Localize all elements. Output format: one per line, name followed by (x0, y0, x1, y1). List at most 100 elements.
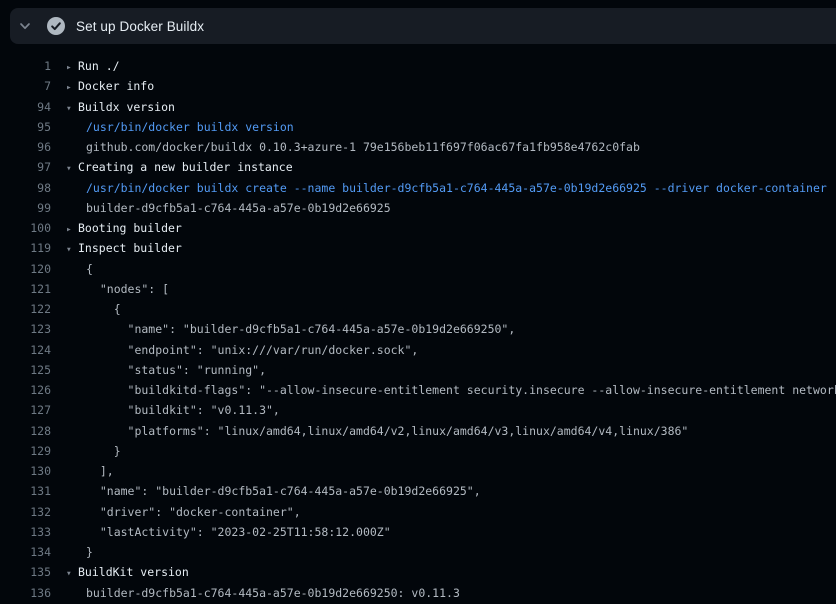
log-line: 7 ▸Docker info (0, 76, 836, 96)
line-number[interactable]: 1 (0, 59, 52, 73)
log-line: 132 "driver": "docker-container", (0, 502, 836, 522)
line-content: /usr/bin/docker buildx create --name bui… (52, 181, 827, 195)
group-title: Run ./ (78, 59, 120, 73)
chevron-down-icon[interactable] (18, 19, 32, 33)
disclosure-expanded-icon: ▾ (66, 568, 78, 579)
log-line: 100 ▸Booting builder (0, 218, 836, 238)
step-title: Set up Docker Buildx (76, 19, 204, 34)
line-content: builder-d9cfb5a1-c764-445a-a57e-0b19d2e6… (52, 586, 460, 600)
log-line: 131 "name": "builder-d9cfb5a1-c764-445a-… (0, 481, 836, 501)
log-line: 98 /usr/bin/docker buildx create --name … (0, 178, 836, 198)
log-lines: 1 ▸Run ./ 7 ▸Docker info 94 ▾Buildx vers… (0, 56, 836, 603)
line-content: } (52, 444, 121, 458)
line-content: { (52, 302, 121, 316)
line-content: "lastActivity": "2023-02-25T11:58:12.000… (52, 525, 391, 539)
log-line: 123 "name": "builder-d9cfb5a1-c764-445a-… (0, 319, 836, 339)
group-title: Docker info (78, 79, 154, 93)
line-number[interactable]: 132 (0, 505, 52, 519)
log-group-toggle[interactable]: ▾BuildKit version (52, 565, 189, 579)
log-line: 97 ▾Creating a new builder instance (0, 157, 836, 177)
disclosure-collapsed-icon: ▸ (66, 82, 78, 93)
disclosure-collapsed-icon: ▸ (66, 224, 78, 235)
line-number[interactable]: 97 (0, 160, 52, 174)
check-circle-icon (47, 17, 65, 35)
log-group-toggle[interactable]: ▾Buildx version (52, 100, 175, 114)
line-number[interactable]: 119 (0, 241, 52, 255)
log-line: 96 github.com/docker/buildx 0.10.3+azure… (0, 137, 836, 157)
line-number[interactable]: 128 (0, 424, 52, 438)
group-title: Creating a new builder instance (78, 160, 293, 174)
log-line: 135 ▾BuildKit version (0, 562, 836, 582)
line-number[interactable]: 98 (0, 181, 52, 195)
line-content: ], (52, 464, 114, 478)
line-number[interactable]: 95 (0, 120, 52, 134)
log-line: 120 { (0, 259, 836, 279)
line-content: "name": "builder-d9cfb5a1-c764-445a-a57e… (52, 322, 515, 336)
group-title: Booting builder (78, 221, 182, 235)
log-group-toggle[interactable]: ▸Booting builder (52, 221, 182, 235)
line-content: "nodes": [ (52, 282, 169, 296)
log-line: 129 } (0, 441, 836, 461)
line-number[interactable]: 94 (0, 100, 52, 114)
step-header[interactable]: Set up Docker Buildx (10, 8, 836, 44)
log-group-toggle[interactable]: ▸Run ./ (52, 59, 120, 73)
group-title: Inspect builder (78, 241, 182, 255)
log-line: 128 "platforms": "linux/amd64,linux/amd6… (0, 421, 836, 441)
line-content: "status": "running", (52, 363, 266, 377)
line-number[interactable]: 100 (0, 221, 52, 235)
line-number[interactable]: 127 (0, 403, 52, 417)
log-line: 121 "nodes": [ (0, 279, 836, 299)
log-line: 125 "status": "running", (0, 360, 836, 380)
line-content: } (52, 545, 93, 559)
log-line: 1 ▸Run ./ (0, 56, 836, 76)
line-number[interactable]: 136 (0, 586, 52, 600)
line-number[interactable]: 135 (0, 565, 52, 579)
line-number[interactable]: 129 (0, 444, 52, 458)
log-line: 136 builder-d9cfb5a1-c764-445a-a57e-0b19… (0, 583, 836, 603)
line-content: "platforms": "linux/amd64,linux/amd64/v2… (52, 424, 688, 438)
log-line: 126 "buildkitd-flags": "--allow-insecure… (0, 380, 836, 400)
log-line: 130 ], (0, 461, 836, 481)
line-number[interactable]: 124 (0, 343, 52, 357)
line-content: "driver": "docker-container", (52, 505, 301, 519)
log-line: 127 "buildkit": "v0.11.3", (0, 400, 836, 420)
log-line: 119 ▾Inspect builder (0, 238, 836, 258)
line-number[interactable]: 122 (0, 302, 52, 316)
line-number[interactable]: 133 (0, 525, 52, 539)
line-number[interactable]: 131 (0, 484, 52, 498)
line-number[interactable]: 123 (0, 322, 52, 336)
log-line: 134 } (0, 542, 836, 562)
log-group-toggle[interactable]: ▸Docker info (52, 79, 154, 93)
line-number[interactable]: 99 (0, 201, 52, 215)
line-number[interactable]: 121 (0, 282, 52, 296)
log-line: 133 "lastActivity": "2023-02-25T11:58:12… (0, 522, 836, 542)
log-line: 122 { (0, 299, 836, 319)
log-group-toggle[interactable]: ▾Creating a new builder instance (52, 160, 293, 174)
line-content: "buildkitd-flags": "--allow-insecure-ent… (52, 383, 836, 397)
line-number[interactable]: 130 (0, 464, 52, 478)
line-content: "name": "builder-d9cfb5a1-c764-445a-a57e… (52, 484, 481, 498)
log-group-toggle[interactable]: ▾Inspect builder (52, 241, 182, 255)
line-content: builder-d9cfb5a1-c764-445a-a57e-0b19d2e6… (52, 201, 391, 215)
log-line: 99 builder-d9cfb5a1-c764-445a-a57e-0b19d… (0, 198, 836, 218)
line-number[interactable]: 120 (0, 262, 52, 276)
disclosure-expanded-icon: ▾ (66, 244, 78, 255)
line-number[interactable]: 7 (0, 79, 52, 93)
log-line: 124 "endpoint": "unix:///var/run/docker.… (0, 340, 836, 360)
line-content: { (52, 262, 93, 276)
line-content: "endpoint": "unix:///var/run/docker.sock… (52, 343, 418, 357)
disclosure-expanded-icon: ▾ (66, 103, 78, 114)
line-content: github.com/docker/buildx 0.10.3+azure-1 … (52, 140, 640, 154)
line-number[interactable]: 134 (0, 545, 52, 559)
disclosure-expanded-icon: ▾ (66, 163, 78, 174)
group-title: Buildx version (78, 100, 175, 114)
line-number[interactable]: 96 (0, 140, 52, 154)
line-number[interactable]: 125 (0, 363, 52, 377)
line-content: "buildkit": "v0.11.3", (52, 403, 280, 417)
log-line: 95 /usr/bin/docker buildx version (0, 117, 836, 137)
group-title: BuildKit version (78, 565, 189, 579)
disclosure-collapsed-icon: ▸ (66, 62, 78, 73)
log-line: 94 ▾Buildx version (0, 97, 836, 117)
line-content: /usr/bin/docker buildx version (52, 120, 294, 134)
line-number[interactable]: 126 (0, 383, 52, 397)
